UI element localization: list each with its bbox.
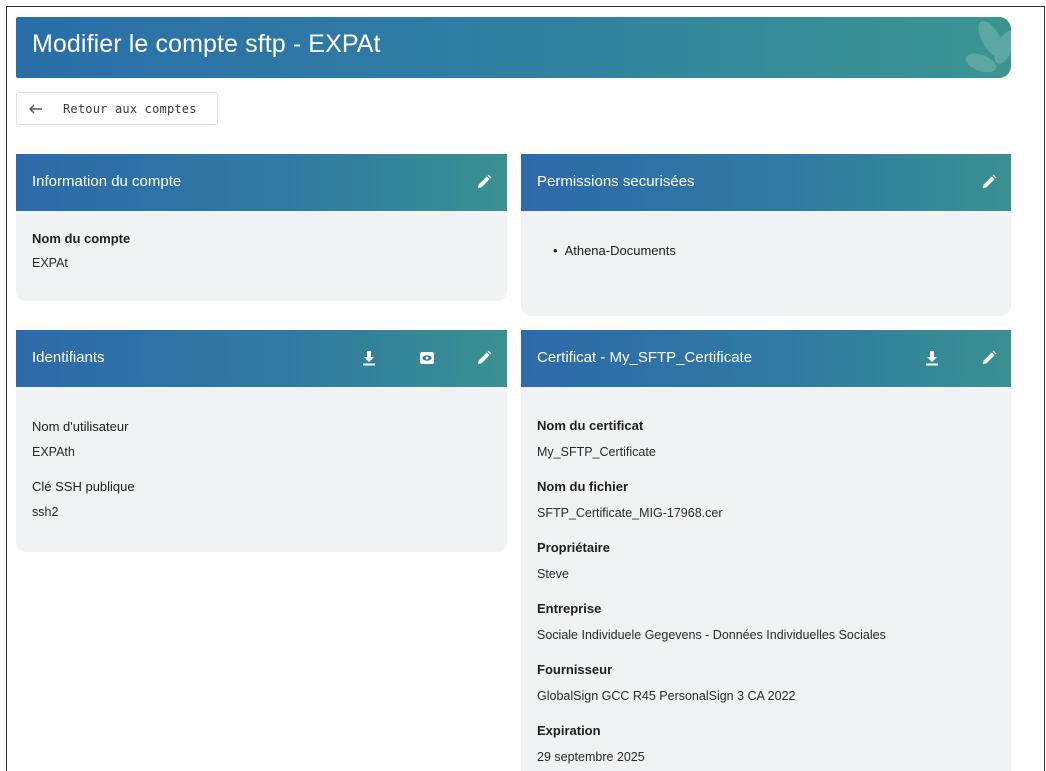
file-name-value: SFTP_Certificate_MIG-17968.cer (537, 506, 723, 520)
leaf-decoration-icon (965, 21, 1011, 73)
certificate-name-label: Nom du certificat (537, 418, 644, 433)
permissions-card-header: Permissions securisées (521, 154, 1011, 211)
company-value: Sociale Individuele Gegevens - Données I… (537, 628, 886, 642)
credentials-card-title: Identifiants (32, 349, 105, 366)
expiration-value: 29 septembre 2025 (537, 750, 645, 764)
pencil-icon[interactable] (979, 172, 999, 192)
certificate-card-header: Certificat - My_SFTP_Certificate (521, 330, 1011, 387)
company-label: Entreprise (537, 601, 602, 616)
pencil-icon[interactable] (474, 172, 494, 192)
account-name-label: Nom du compte (32, 231, 131, 246)
ssh-key-value: ssh2 (32, 505, 59, 519)
certificate-name-value: My_SFTP_Certificate (537, 445, 656, 459)
owner-value: Steve (537, 567, 569, 581)
file-name-label: Nom du fichier (537, 479, 629, 494)
certificate-card-title: Certificat - My_SFTP_Certificate (537, 349, 753, 366)
back-to-accounts-button[interactable]: Retour aux comptes (16, 92, 218, 125)
permission-list-item: Athena-Documents (553, 243, 676, 258)
ssh-key-label: Clé SSH publique (32, 479, 135, 494)
page-header: Modifier le compte sftp - EXPAt (16, 17, 1011, 78)
credentials-card: Identifiants Nom d'utilisateur EXPAth Cl… (16, 330, 507, 552)
page-title: Modifier le compte sftp - EXPAt (32, 30, 381, 58)
pencil-icon[interactable] (474, 348, 494, 368)
permissions-card-title: Permissions securisées (537, 173, 695, 190)
account-info-card-title: Information du compte (32, 173, 182, 190)
owner-label: Propriétaire (537, 540, 610, 555)
eye-icon[interactable] (417, 348, 437, 368)
credentials-card-header: Identifiants (16, 330, 507, 387)
back-button-label: Retour aux comptes (63, 101, 197, 116)
username-value: EXPAth (32, 445, 75, 459)
account-info-card: Information du compte Nom du compte EXPA… (16, 154, 507, 301)
download-icon[interactable] (359, 348, 379, 368)
provider-value: GlobalSign GCC R45 PersonalSign 3 CA 202… (537, 689, 796, 703)
username-label: Nom d'utilisateur (32, 419, 129, 434)
expiration-label: Expiration (537, 723, 601, 738)
pencil-icon[interactable] (979, 348, 999, 368)
provider-label: Fournisseur (537, 662, 613, 677)
account-name-value: EXPAt (32, 256, 68, 270)
download-icon[interactable] (922, 348, 942, 368)
account-info-card-header: Information du compte (16, 154, 507, 211)
permissions-card: Permissions securisées Athena-Documents (521, 154, 1011, 316)
arrow-left-icon (29, 104, 47, 114)
certificate-card: Certificat - My_SFTP_Certificate Nom du … (521, 330, 1011, 771)
